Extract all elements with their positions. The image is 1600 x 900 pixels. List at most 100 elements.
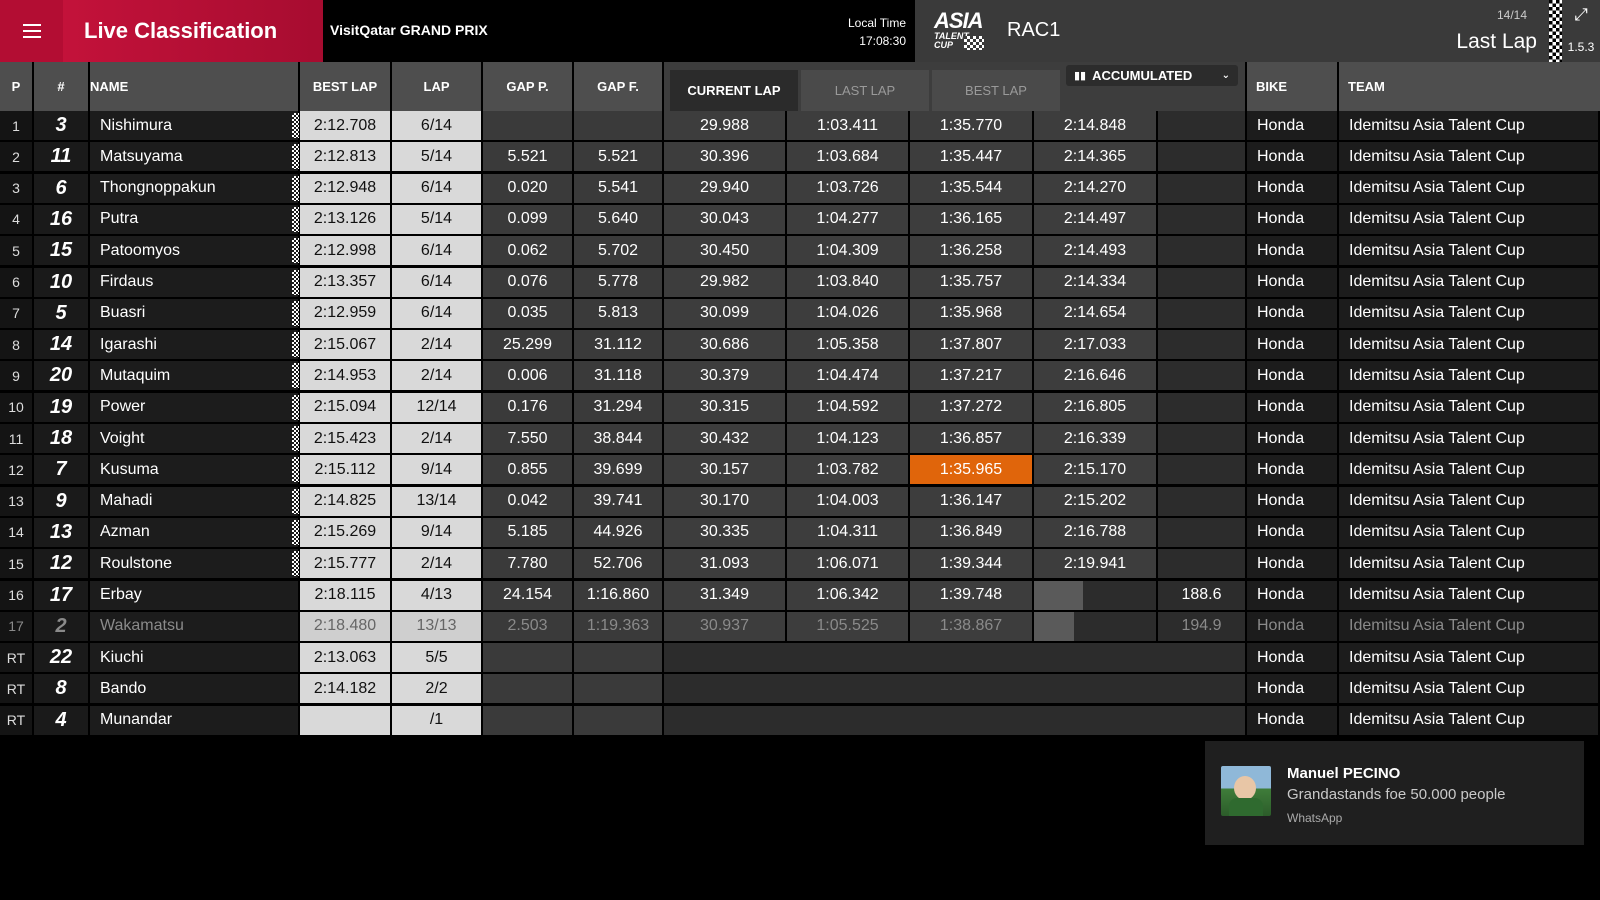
table-row[interactable]: 1 3 Nishimura 2:12.708 6/14 29.988 1:03.411 1:3…	[0, 111, 1600, 142]
sector-2-cell: 1:04.311	[787, 517, 908, 547]
sector-4-cell	[1034, 674, 1158, 704]
rider-number: 6	[34, 173, 88, 203]
table-row[interactable]: 5 15 Patoomyos 2:12.998 6/14 0.062 5.702 30.450…	[0, 236, 1600, 267]
speed-cell	[1158, 674, 1245, 704]
bike-cell: Honda	[1247, 580, 1337, 610]
table-row[interactable]: 11 18 Voight 2:15.423 2/14 7.550 38.844 30.432 1…	[0, 424, 1600, 455]
checkered-flag-icon	[292, 238, 299, 264]
lap-cell: 5/5	[392, 643, 481, 673]
rider-number: 13	[34, 517, 88, 547]
sector-4-cell: 2:16.339	[1034, 424, 1156, 453]
notification-message: Grandastands foe 50.000 people	[1287, 786, 1506, 803]
position-cell: 17	[0, 611, 32, 641]
bike-cell: Honda	[1247, 611, 1337, 641]
sector-1-cell: 29.988	[664, 111, 785, 140]
tab-current-lap[interactable]: CURRENT LAP	[670, 70, 798, 111]
position-cell: RT	[0, 643, 32, 673]
checkered-flag-icon	[292, 144, 299, 170]
lap-cell: 12/14	[392, 392, 481, 422]
sector-1-cell: 30.432	[664, 424, 785, 453]
rider-number: 7	[34, 455, 88, 485]
table-row[interactable]: 8 14 Igarashi 2:15.067 2/14 25.299 31.112 30.68…	[0, 330, 1600, 361]
fullscreen-button[interactable]: ⤢	[1562, 0, 1600, 30]
rider-name: Erbay	[90, 580, 298, 610]
gap-previous-cell	[483, 111, 572, 140]
table-row[interactable]: 6 10 Firdaus 2:13.357 6/14 0.076 5.778 29.982 1:…	[0, 267, 1600, 299]
lap-cell: 2/14	[392, 549, 481, 579]
sector-3-cell	[910, 705, 1034, 735]
table-row[interactable]: 2 11 Matsuyama 2:12.813 5/14 5.521 5.521 30.396…	[0, 142, 1600, 173]
sector-2-cell: 1:04.123	[787, 424, 908, 453]
bike-cell: Honda	[1247, 486, 1337, 516]
gap-previous-cell: 2.503	[483, 611, 572, 641]
rider-name: Firdaus	[90, 267, 298, 297]
position-cell: 16	[0, 580, 32, 610]
sector-3-cell: 1:37.272	[910, 392, 1032, 422]
sector-3-cell: 1:36.857	[910, 424, 1032, 453]
sector-2-cell: 1:03.726	[787, 173, 908, 203]
sector-4-cell	[1034, 643, 1158, 673]
gap-first-cell	[574, 705, 662, 735]
speed-cell	[1158, 361, 1245, 391]
lap-cell: 2/14	[392, 361, 481, 391]
sector-1-cell: 29.940	[664, 173, 785, 203]
team-cell: Idemitsu Asia Talent Cup	[1339, 204, 1598, 234]
speed-cell	[1158, 549, 1245, 579]
lap-cell: 9/14	[392, 455, 481, 485]
bike-cell: Honda	[1247, 267, 1337, 297]
gap-previous-cell: 0.020	[483, 173, 572, 203]
table-row[interactable]: RT 4 Munandar/1 Honda Idemitsu Asia Talent C…	[0, 705, 1600, 737]
table-row[interactable]: 17 2 Wakamatsu 2:18.480 13/13 2.503 1:19.363 30…	[0, 611, 1600, 643]
local-time-block: Local Time 17:08:30	[820, 14, 906, 50]
team-cell: Idemitsu Asia Talent Cup	[1339, 236, 1598, 266]
table-row[interactable]: 10 19 Power 2:15.094 12/14 0.176 31.294 30.315 1…	[0, 392, 1600, 424]
lap-cell: 2/14	[392, 424, 481, 453]
sector-4-cell: 2:14.497	[1034, 204, 1156, 234]
whatsapp-notification[interactable]: Manuel PECINO Grandastands foe 50.000 pe…	[1205, 741, 1584, 845]
speed-cell	[1158, 705, 1245, 735]
speed-cell: 194.9	[1158, 611, 1245, 641]
accumulated-dropdown[interactable]: ▮▮ ACCUMULATED ⌄	[1066, 65, 1238, 86]
tab-last-lap[interactable]: LAST LAP	[801, 70, 929, 111]
sector-4-cell: 2:14.365	[1034, 142, 1156, 172]
menu-button[interactable]	[0, 0, 63, 62]
table-row[interactable]: 12 7 Kusuma 2:15.112 9/14 0.855 39.699 30.157 1:…	[0, 455, 1600, 486]
table-row[interactable]: 3 6 Thongnoppakun 2:12.948 6/14 0.020 5.541 29.…	[0, 173, 1600, 205]
session-name: RAC1	[1007, 19, 1061, 41]
gap-first-cell: 39.699	[574, 455, 662, 485]
table-row[interactable]: 4 16 Putra 2:13.126 5/14 0.099 5.640 30.043 1:04…	[0, 204, 1600, 236]
table-row[interactable]: 9 20 Mutaquim 2:14.953 2/14 0.006 31.118 30.379…	[0, 361, 1600, 392]
table-row[interactable]: RT 22 Kiuchi 2:13.063 5/5 Honda Idemitsu Asia …	[0, 643, 1600, 674]
table-row[interactable]: 7 5 Buasri 2:12.959 6/14 0.035 5.813 30.099 1:04…	[0, 298, 1600, 330]
table-row[interactable]: RT 8 Bando 2:14.182 2/2 Honda Idemitsu Asia Ta…	[0, 674, 1600, 705]
rider-number: 4	[34, 705, 88, 735]
col-team: TEAM	[1339, 62, 1600, 111]
checkered-flag-icon	[292, 457, 299, 483]
rider-name: Putra	[90, 204, 298, 234]
sector-1-cell: 31.093	[664, 549, 785, 579]
position-cell: 3	[0, 173, 32, 203]
best-lap-cell: 2:15.269	[300, 517, 390, 547]
gap-previous-cell	[483, 643, 572, 673]
sector-1-cell: 30.043	[664, 204, 785, 234]
sector-2-cell	[787, 643, 910, 673]
sector-1-cell: 31.349	[664, 580, 785, 610]
col-best-lap: BEST LAP	[300, 62, 392, 111]
rider-name: Buasri	[90, 298, 298, 328]
sector-progress-bar	[1034, 611, 1075, 641]
table-row[interactable]: 15 12 Roulstone 2:15.777 2/14 7.780 52.706 31.0…	[0, 549, 1600, 580]
gap-first-cell: 31.294	[574, 392, 662, 422]
col-name: NAME	[90, 62, 300, 111]
team-cell: Idemitsu Asia Talent Cup	[1339, 267, 1598, 297]
sector-1-cell: 30.686	[664, 330, 785, 360]
position-cell: RT	[0, 674, 32, 704]
bike-cell: Honda	[1247, 674, 1337, 704]
table-row[interactable]: 16 17 Erbay 2:18.115 4/13 24.154 1:16.860 31.34…	[0, 580, 1600, 612]
gap-first-cell: 31.112	[574, 330, 662, 360]
table-row[interactable]: 13 9 Mahadi 2:14.825 13/14 0.042 39.741 30.170 1…	[0, 486, 1600, 518]
gap-previous-cell: 0.099	[483, 204, 572, 234]
tab-best-lap[interactable]: BEST LAP	[932, 70, 1060, 111]
table-row[interactable]: 14 13 Azman 2:15.269 9/14 5.185 44.926 30.335 1:…	[0, 517, 1600, 549]
team-cell: Idemitsu Asia Talent Cup	[1339, 330, 1598, 360]
sector-3-cell: 1:36.849	[910, 517, 1032, 547]
